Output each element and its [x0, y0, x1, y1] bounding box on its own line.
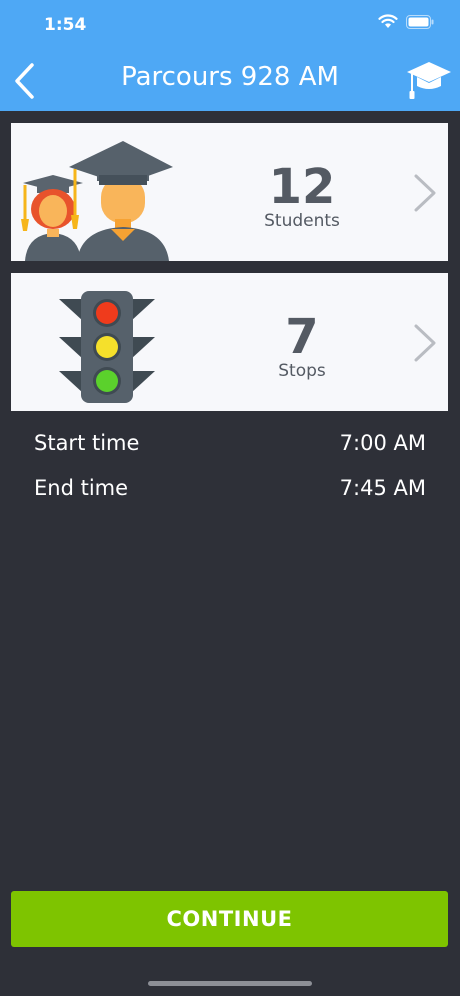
stops-count: 7 [285, 309, 319, 365]
continue-button[interactable]: CONTINUE [11, 891, 448, 947]
start-time-row: Start time 7:00 AM [34, 431, 426, 459]
end-time-row: End time 7:45 AM [34, 476, 426, 504]
wifi-icon [378, 14, 398, 28]
end-time-value: 7:45 AM [339, 476, 426, 500]
status-time: 1:54 [44, 15, 87, 35]
stops-card[interactable]: 7 Stops [11, 273, 448, 411]
students-label: Students [264, 211, 340, 231]
navigation-header: 1:54 Parcours 928 AM [0, 0, 460, 111]
page-title: Parcours 928 AM [121, 62, 339, 92]
students-illustration [21, 141, 173, 261]
end-time-label: End time [34, 476, 129, 500]
start-time-label: Start time [34, 431, 140, 455]
students-card[interactable]: 12 Students [11, 123, 448, 261]
stops-label: Stops [278, 361, 326, 381]
graduation-cap-icon[interactable] [406, 58, 452, 102]
students-count: 12 [268, 159, 336, 215]
chevron-right-icon [414, 324, 436, 362]
start-time-value: 7:00 AM [339, 431, 426, 455]
home-indicator [148, 981, 312, 986]
status-icons [378, 14, 434, 29]
chevron-right-icon [414, 174, 436, 212]
battery-icon [406, 14, 434, 29]
traffic-light-illustration [59, 291, 155, 403]
